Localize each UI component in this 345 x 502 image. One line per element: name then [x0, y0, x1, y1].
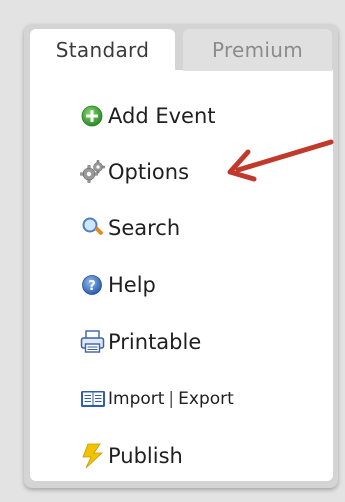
import-export-link[interactable]: Import | Export: [80, 383, 234, 415]
menu-content: Add Event Options Search ? Help Printabl…: [30, 70, 333, 481]
help-link[interactable]: ? Help: [80, 269, 156, 301]
search-link[interactable]: Search: [80, 212, 180, 244]
printable-link[interactable]: Printable: [80, 326, 201, 358]
search-label: Search: [108, 216, 181, 240]
arrow-annotation-icon: [227, 139, 334, 182]
svg-text:?: ?: [88, 279, 96, 294]
lightning-icon: [80, 443, 106, 469]
help-label: Help: [108, 273, 156, 297]
publish-label: Publish: [108, 444, 183, 468]
options-label: Options: [108, 160, 190, 184]
question-circle-icon: ?: [80, 272, 106, 298]
publish-link[interactable]: Publish: [80, 440, 183, 472]
plus-circle-icon: [80, 103, 106, 129]
tab-premium[interactable]: Premium: [183, 29, 332, 71]
tab-standard[interactable]: Standard: [30, 29, 175, 71]
separator: |: [168, 389, 175, 409]
options-link[interactable]: Options: [80, 156, 189, 188]
gear-icon: [80, 159, 106, 185]
printer-icon: [80, 329, 106, 355]
export-label[interactable]: Export: [178, 389, 234, 409]
add-event-label: Add Event: [108, 104, 216, 128]
import-label[interactable]: Import: [108, 389, 164, 409]
magnifier-icon: [80, 215, 106, 241]
add-event-link[interactable]: Add Event: [80, 100, 216, 132]
printable-label: Printable: [108, 330, 202, 354]
book-icon: [80, 386, 106, 412]
